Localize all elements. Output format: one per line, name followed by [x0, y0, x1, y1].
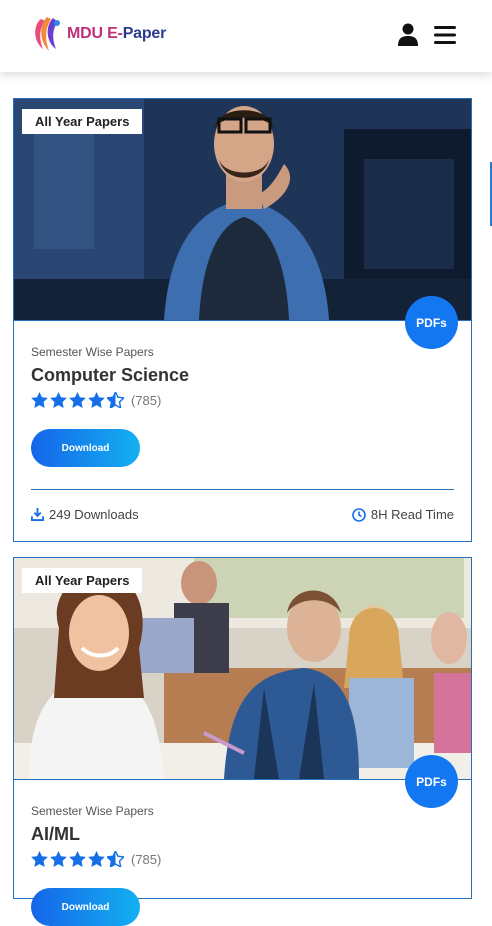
downloads-count: 249 Downloads	[31, 507, 139, 522]
star-icon	[31, 851, 48, 867]
card-footer: 249 Downloads 8H Read Time	[31, 507, 454, 522]
card-title[interactable]: AI/ML	[31, 824, 454, 845]
rating-count: (785)	[131, 392, 162, 408]
star-half-icon	[107, 392, 124, 408]
user-icon[interactable]	[397, 23, 419, 47]
card-subtitle: Semester Wise Papers	[31, 804, 154, 818]
paper-card-ai-ml: All Year Papers PDFs Semester Wise Paper…	[13, 557, 472, 926]
category-tag: All Year Papers	[22, 109, 143, 134]
star-rating: (785)	[31, 850, 454, 868]
download-button[interactable]: Download	[31, 429, 140, 467]
star-half-icon	[107, 851, 124, 867]
downloads-text: 249 Downloads	[49, 507, 139, 522]
read-time-text: 8H Read Time	[370, 507, 454, 522]
download-button[interactable]: Download	[31, 888, 140, 926]
paper-card-computer-science: All Year Papers PDFs Semester Wise Paper…	[13, 98, 472, 542]
star-icon	[50, 851, 67, 867]
read-time: 8H Read Time	[352, 507, 454, 522]
rating-count: (785)	[131, 851, 162, 867]
site-logo[interactable]: MDU E-Paper	[31, 15, 166, 53]
star-icon	[69, 392, 86, 408]
card-title[interactable]: Computer Science	[31, 365, 454, 386]
pdfs-badge[interactable]: PDFs	[405, 296, 458, 349]
star-icon	[69, 851, 86, 867]
star-icon	[88, 392, 105, 408]
category-tag: All Year Papers	[22, 568, 143, 593]
star-icon	[88, 851, 105, 867]
star-icon	[31, 392, 48, 408]
logo-text: MDU E-Paper	[67, 25, 167, 42]
hamburger-menu-icon[interactable]	[434, 25, 456, 45]
star-icon	[50, 392, 67, 408]
card-image: All Year Papers	[14, 99, 471, 321]
download-icon	[31, 508, 44, 521]
card-subtitle: Semester Wise Papers	[31, 345, 154, 359]
star-rating: (785)	[31, 391, 454, 409]
top-header: MDU E-Paper	[0, 0, 492, 72]
card-image: All Year Papers	[14, 558, 471, 780]
card-divider	[31, 489, 454, 490]
clock-icon	[352, 507, 366, 522]
logo-icon	[35, 17, 60, 51]
pdfs-badge[interactable]: PDFs	[405, 755, 458, 808]
